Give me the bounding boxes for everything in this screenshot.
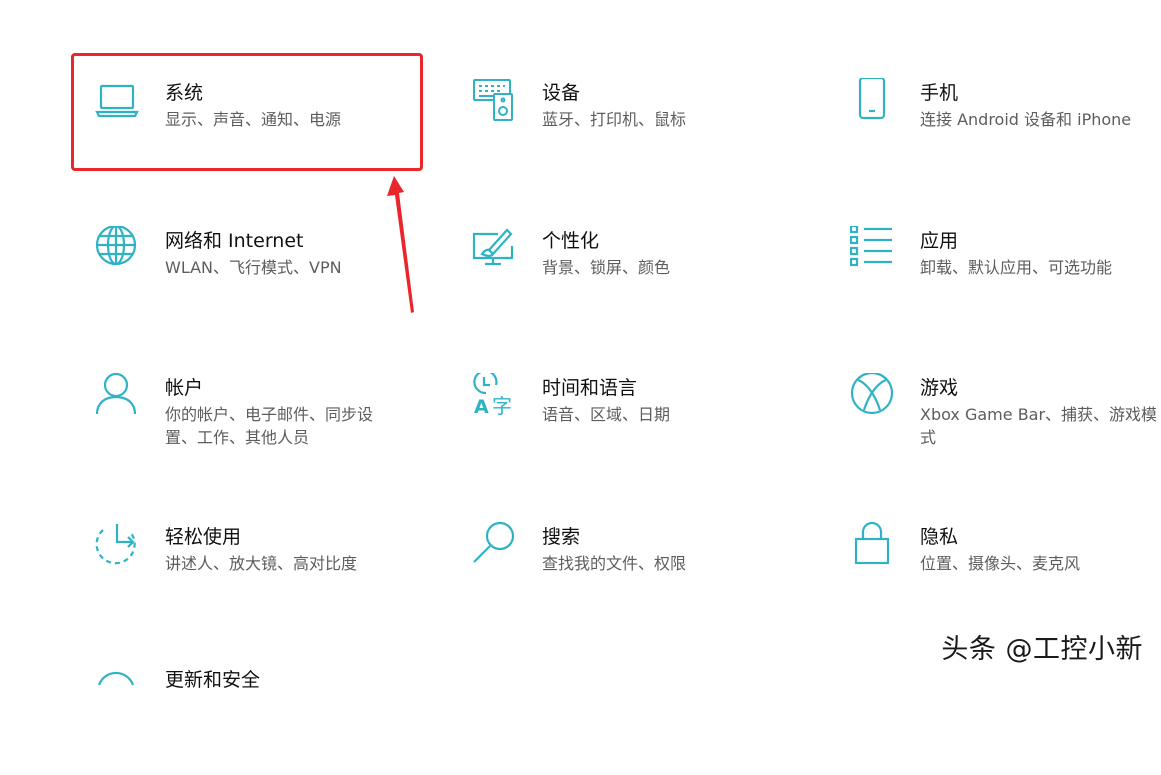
tile-description: 背景、锁屏、颜色 (542, 258, 671, 277)
tile-title: 手机 (920, 82, 959, 104)
tile-description: 你的帐户、电子邮件、同步设置、工作、其他人员 (165, 405, 374, 447)
tile-description: 语音、区域、日期 (542, 405, 671, 424)
tile-title: 设备 (542, 82, 581, 104)
arrow-annotation (387, 176, 414, 313)
settings-tile-gaming[interactable]: 游戏 Xbox Game Bar、捕获、游戏模式 (850, 373, 1161, 483)
tile-description: WLAN、飞行模式、VPN (165, 258, 342, 277)
settings-tile-phone[interactable]: 手机 连接 Android 设备和 iPhone (850, 78, 1161, 188)
settings-tile-personalization[interactable]: 个性化 背景、锁屏、颜色 (472, 226, 812, 336)
time-language-icon: A 字 (472, 373, 520, 421)
tile-description: 讲述人、放大镜、高对比度 (165, 554, 358, 573)
tile-title: 游戏 (920, 377, 959, 399)
tile-title: 个性化 (542, 230, 600, 252)
tile-title: 时间和语言 (542, 377, 638, 399)
tile-title: 网络和 Internet (165, 230, 304, 252)
ease-of-access-icon (95, 522, 143, 570)
tile-title: 轻松使用 (165, 526, 242, 548)
lock-icon (850, 522, 898, 570)
highlight-box (71, 53, 423, 171)
settings-tile-accounts[interactable]: 帐户 你的帐户、电子邮件、同步设置、工作、其他人员 (95, 373, 435, 483)
xbox-icon (850, 373, 898, 421)
tile-description: Xbox Game Bar、捕获、游戏模式 (920, 405, 1158, 447)
settings-tile-privacy[interactable]: 隐私 位置、摄像头、麦克风 (850, 522, 1161, 632)
paint-monitor-icon (472, 226, 520, 274)
globe-icon (95, 226, 143, 274)
tile-title: 更新和安全 (165, 669, 261, 691)
person-icon (95, 373, 143, 421)
tile-description: 卸载、默认应用、可选功能 (920, 258, 1113, 277)
settings-tile-update-security[interactable]: 更新和安全 (95, 665, 435, 775)
devices-icon (472, 78, 520, 126)
settings-tile-devices[interactable]: 设备 蓝牙、打印机、鼠标 (472, 78, 812, 188)
tile-title: 应用 (920, 230, 959, 252)
tile-description: 位置、摄像头、麦克风 (920, 554, 1081, 573)
svg-text:字: 字 (492, 394, 512, 418)
settings-tile-time-language[interactable]: A 字 时间和语言 语音、区域、日期 (472, 373, 812, 483)
tile-description: 蓝牙、打印机、鼠标 (542, 110, 687, 129)
watermark: 头条 @工控小新 (941, 634, 1143, 665)
tile-title: 隐私 (920, 526, 959, 548)
svg-text:A: A (474, 396, 489, 418)
tile-title: 搜索 (542, 526, 581, 548)
app-list-icon (850, 226, 898, 274)
settings-tile-ease-of-access[interactable]: 轻松使用 讲述人、放大镜、高对比度 (95, 522, 435, 632)
phone-icon (850, 78, 898, 126)
tile-title: 帐户 (165, 377, 204, 399)
settings-tile-apps[interactable]: 应用 卸载、默认应用、可选功能 (850, 226, 1161, 336)
tile-description: 查找我的文件、权限 (542, 554, 687, 573)
tile-description: 连接 Android 设备和 iPhone (920, 110, 1132, 129)
search-icon (472, 522, 520, 570)
settings-tile-search[interactable]: 搜索 查找我的文件、权限 (472, 522, 812, 632)
update-icon (95, 665, 143, 713)
